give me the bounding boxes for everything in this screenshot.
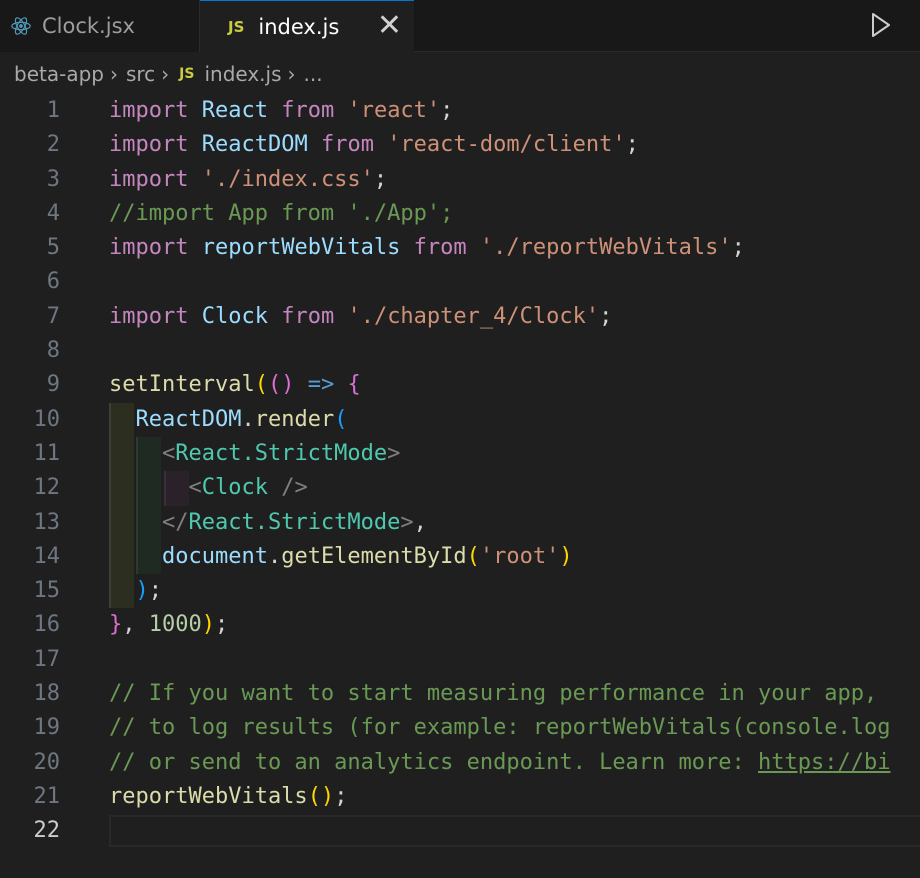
code-line-1: import React from 'react'; xyxy=(109,98,454,123)
tab-bar: Clock.jsx JS index.js ✕ xyxy=(0,0,920,52)
breadcrumb-item-more[interactable]: ... xyxy=(304,62,323,86)
tab-label: index.js xyxy=(258,14,340,39)
line-number: 18 xyxy=(33,681,61,707)
js-icon: JS xyxy=(179,66,195,82)
line-number: 11 xyxy=(33,440,61,466)
code-line-4: //import App from './App'; xyxy=(109,200,454,226)
react-icon xyxy=(11,17,31,35)
line-number: 19 xyxy=(33,715,61,741)
code-line-3: import './index.css'; xyxy=(109,166,388,192)
line-number: 20 xyxy=(33,749,61,775)
code-content: import React from 'react'; import ReactD… xyxy=(109,94,920,849)
code-line-20: // or send to an analytics endpoint. Lea… xyxy=(109,749,891,775)
code-line-15: ); xyxy=(135,578,163,604)
code-line-10: ReactDOM.render( xyxy=(135,406,348,432)
line-number: 17 xyxy=(33,646,61,672)
code-line-7: import Clock from './chapter_4/Clock'; xyxy=(109,303,613,329)
tab-label: Clock.jsx xyxy=(42,14,135,38)
code-line-12: <Clock /> xyxy=(188,475,308,501)
line-number: 7 xyxy=(46,303,60,329)
breadcrumb-item-src[interactable]: src xyxy=(126,62,155,86)
docs-link[interactable]: https://bi xyxy=(758,750,890,775)
breadcrumb-item-index-js[interactable]: index.js xyxy=(204,62,281,86)
line-number: 9 xyxy=(46,372,60,398)
line-number: 22 xyxy=(33,818,61,844)
code-editor[interactable]: 1 2 3 4 5 6 7 8 9 10 11 12 13 14 15 16 17 18 19 20 21 22 impo… xyxy=(0,94,920,878)
line-number: 13 xyxy=(33,509,61,535)
line-number: 8 xyxy=(46,338,60,364)
tab-clock-jsx[interactable]: Clock.jsx xyxy=(0,0,200,52)
code-line-19: // to log results (for example: reportWe… xyxy=(109,715,891,741)
line-number-gutter: 1 2 3 4 5 6 7 8 9 10 11 12 13 14 15 16 17 18 19 20 21 22 xyxy=(0,94,70,849)
line-number: 21 xyxy=(33,783,61,809)
close-icon[interactable]: ✕ xyxy=(377,9,402,43)
code-line-14: document.getElementById('root') xyxy=(161,543,573,569)
line-number: 3 xyxy=(46,166,60,192)
code-line-13: </React.StrictMode>, xyxy=(161,509,427,535)
line-number: 15 xyxy=(33,578,61,604)
line-number: 14 xyxy=(33,543,61,569)
chevron-right-icon: › xyxy=(287,62,296,86)
line-number: 1 xyxy=(46,98,60,123)
line-number: 4 xyxy=(46,200,60,226)
line-number: 5 xyxy=(46,235,60,261)
run-icon[interactable] xyxy=(870,12,892,38)
code-line-2: import ReactDOM from 'react-dom/client'; xyxy=(109,132,639,158)
line-number: 10 xyxy=(33,406,61,432)
breadcrumb: beta-app › src › JS index.js › ... xyxy=(0,52,920,96)
chevron-right-icon: › xyxy=(109,62,118,86)
chevron-right-icon: › xyxy=(161,62,170,86)
code-line-9: setInterval(() => { xyxy=(109,372,361,398)
code-line-18: // If you want to start measuring perfor… xyxy=(109,681,878,707)
code-line-21: reportWebVitals(); xyxy=(109,783,348,809)
tab-index-js[interactable]: JS index.js ✕ xyxy=(200,0,414,52)
breadcrumb-item-beta-app[interactable]: beta-app xyxy=(14,62,104,86)
line-number: 2 xyxy=(46,132,60,158)
line-number: 12 xyxy=(33,475,61,501)
line-number: 16 xyxy=(33,612,61,638)
code-line-5: import reportWebVitals from './reportWeb… xyxy=(109,235,745,261)
code-line-11: <React.StrictMode> xyxy=(161,440,401,466)
line-number: 6 xyxy=(46,269,60,295)
code-line-16: }, 1000); xyxy=(109,612,229,638)
js-icon: JS xyxy=(228,17,245,36)
